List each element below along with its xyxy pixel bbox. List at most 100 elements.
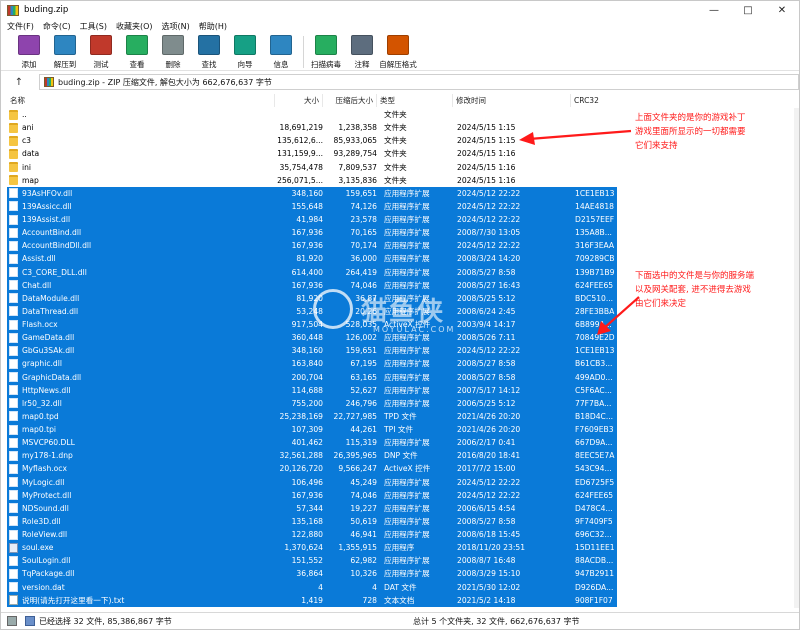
cell-crc32: 1CE1EB13 <box>575 346 615 356</box>
cell-modified: 2007/5/17 14:12 <box>457 385 521 395</box>
column-modified[interactable]: 修改时间 <box>453 94 571 107</box>
up-arrow-button[interactable]: ↑ <box>9 73 29 91</box>
file-row[interactable]: soul.exe 1,370,624 1,355,915 应用程序 2018/11/20… <box>7 541 617 555</box>
window-title: buding.zip <box>24 5 69 15</box>
column-name[interactable]: 名称 <box>7 94 275 107</box>
file-row[interactable]: RoleView.dll 122,880 46,941 应用程序扩展 2008/6/18… <box>7 528 617 542</box>
toolbar-button-virus-scan[interactable]: 扫描病毒 <box>308 33 344 71</box>
menu-commands[interactable]: 命令(C) <box>43 21 71 32</box>
cell-packed: 159,651 <box>345 346 377 356</box>
file-row[interactable]: 139Assist.dll 41,984 23,578 应用程序扩展 2024/5/12… <box>7 213 617 227</box>
toolbar-button-wizard[interactable]: 向导 <box>227 33 263 71</box>
vertical-scrollbar[interactable] <box>794 108 799 608</box>
file-row[interactable]: version.dat 4 4 DAT 文件 2021/5/30 12:02 D926DA… <box>7 580 617 594</box>
column-size[interactable]: 大小 <box>275 94 323 107</box>
cell-packed: 70,165 <box>350 228 377 238</box>
toolbar-button-view[interactable]: 查看 <box>119 33 155 71</box>
column-crc32[interactable]: CRC32 <box>571 94 793 107</box>
menu-tools[interactable]: 工具(S) <box>80 21 107 32</box>
file-name: C3_CORE_DLL.dll <box>22 267 87 277</box>
cell-size: 122,880 <box>291 530 323 540</box>
file-row[interactable]: GbGu3SAk.dll 348,160 159,651 应用程序扩展 2024/5/1… <box>7 344 617 358</box>
toolbar-button-info[interactable]: 信息 <box>263 33 299 71</box>
minimize-button[interactable]: — <box>697 1 731 19</box>
cell-size: 135,612,6... <box>277 136 323 146</box>
file-row[interactable]: MSVCP60.DLL 401,462 115,319 应用程序扩展 2006/2/17… <box>7 436 617 450</box>
file-row[interactable]: MyLogic.dll 106,496 45,249 应用程序扩展 2024/5/12 … <box>7 475 617 489</box>
cell-type: 应用程序扩展 <box>384 188 430 198</box>
menu-file[interactable]: 文件(F) <box>7 21 34 32</box>
cell-crc32: 543C94... <box>575 464 612 474</box>
address-field[interactable]: buding.zip - ZIP 压缩文件, 解包大小为 662,676,637… <box>39 74 799 90</box>
file-name: AccountBind.dll <box>22 228 82 238</box>
file-row[interactable]: map0.tpi 107,309 44,261 TPI 文件 2021/4/26 20:… <box>7 423 617 437</box>
toolbar-button-test[interactable]: 测试 <box>83 33 119 71</box>
toolbar-button-comment[interactable]: 注释 <box>344 33 380 71</box>
file-row[interactable]: AccountBind.dll 167,936 70,165 应用程序扩展 2008/7… <box>7 226 617 240</box>
file-row[interactable]: map0.tpd 25,238,169 22,727,985 TPD 文件 2021/4… <box>7 409 617 423</box>
file-row[interactable]: AccountBindDll.dll 167,936 70,174 应用程序扩展 202… <box>7 239 617 253</box>
file-row[interactable]: graphic.dll 163,840 67,195 应用程序扩展 2008/5/27 … <box>7 357 617 371</box>
cell-name: DataThread.dll <box>7 306 275 317</box>
file-row[interactable]: DataThread.dll 53,248 20,26 应用程序扩展 2008/6/24… <box>7 304 617 318</box>
file-row[interactable]: 139Assicc.dll 155,648 74,126 应用程序扩展 2024/5/1… <box>7 199 617 213</box>
file-row[interactable]: TqPackage.dll 36,864 10,326 应用程序扩展 2008/3/29… <box>7 567 617 581</box>
menu-favorites[interactable]: 收藏夹(O) <box>116 21 153 32</box>
toolbar-button-delete[interactable]: 删除 <box>155 33 191 71</box>
cell-type: 应用程序扩展 <box>384 556 430 566</box>
file-row[interactable]: MyProtect.dll 167,936 74,046 应用程序扩展 2024/5/1… <box>7 488 617 502</box>
cell-crc32: ED6725F5 <box>575 477 615 487</box>
toolbar-button-extract[interactable]: 解压到 <box>47 33 83 71</box>
file-row[interactable]: 93AsHFOv.dll 348,160 159,651 应用程序扩展 2024/5/1… <box>7 186 617 200</box>
file-row[interactable]: Flash.ocx 917,504 528,035 ActiveX 控件 2003/9/… <box>7 318 617 332</box>
arrow-to-selection-icon <box>597 296 640 335</box>
file-row[interactable]: Chat.dll 167,936 74,046 应用程序扩展 2008/5/27 16:… <box>7 278 617 292</box>
cell-packed: 62,982 <box>350 556 377 566</box>
cell-type: 文件夹 <box>384 110 407 120</box>
cell-name: version.dat <box>7 582 275 593</box>
cell-crc32: 1CE1EB13 <box>575 188 615 198</box>
folder-row[interactable]: data 131,159,9... 93,289,754 文件夹 2024/5/15 1… <box>7 147 617 160</box>
file-row[interactable]: Assist.dll 81,920 36,000 应用程序扩展 2008/3/24 14… <box>7 252 617 266</box>
close-button[interactable]: ✕ <box>765 1 799 19</box>
file-row[interactable]: C3_CORE_DLL.dll 614,400 264,419 应用程序扩展 2008/… <box>7 265 617 279</box>
cell-type: 应用程序扩展 <box>384 438 430 448</box>
cell-name: GbGu3SAk.dll <box>7 345 275 356</box>
cell-name: Flash.ocx <box>7 319 275 330</box>
file-icon <box>9 463 18 474</box>
cell-size: 18,691,219 <box>279 123 323 133</box>
cell-name: Role3D.dll <box>7 516 275 527</box>
file-row[interactable]: HttpNews.dll 114,688 52,627 应用程序扩展 2007/5/17… <box>7 383 617 397</box>
menu-help[interactable]: 帮助(H) <box>199 21 227 32</box>
file-row[interactable]: Role3D.dll 135,168 50,619 应用程序扩展 2008/5/27 8… <box>7 514 617 528</box>
toolbar-button-sfx[interactable]: 自解压格式 <box>379 33 417 71</box>
file-row[interactable]: NDSound.dll 57,344 19,227 应用程序扩展 2006/6/15 4… <box>7 501 617 515</box>
toolbar-button-find[interactable]: 查找 <box>191 33 227 71</box>
toolbar-button-label: 自解压格式 <box>379 60 417 69</box>
cell-packed: 159,651 <box>345 188 377 198</box>
file-row[interactable]: GraphicData.dll 200,704 63,165 应用程序扩展 2008/5… <box>7 370 617 384</box>
cell-packed: 19,227 <box>350 503 377 513</box>
column-type[interactable]: 类型 <box>377 94 453 107</box>
cell-size: 4 <box>318 582 323 592</box>
file-row[interactable]: 说明(请先打开这里看一下).txt 1,419 728 文本文档 2021/5/2 14… <box>7 593 617 607</box>
folder-row[interactable]: map 256,071,5... 3,135,836 文件夹 2024/5/15 1:1… <box>7 174 617 187</box>
cell-name: graphic.dll <box>7 358 275 369</box>
file-row[interactable]: DataModule.dll 81,920 36,87 应用程序扩展 2008/5/25… <box>7 291 617 305</box>
folder-row[interactable]: ini 35,754,478 7,809,537 文件夹 2024/5/15 1:16 <box>7 161 617 174</box>
drive-icon <box>7 616 17 626</box>
file-row[interactable]: GameData.dll 360,448 126,002 应用程序扩展 2008/5/2… <box>7 331 617 345</box>
watermark-subtext: MOYULAC.COM <box>373 325 456 334</box>
file-row[interactable]: SoulLogin.dll 151,552 62,982 应用程序扩展 2008/8/7… <box>7 554 617 568</box>
file-row[interactable]: lr50_32.dll 755,200 246,796 应用程序扩展 2006/5/25… <box>7 396 617 410</box>
cell-type: 应用程序 <box>384 543 415 553</box>
file-row[interactable]: Myflash.ocx 20,126,720 9,566,247 ActiveX 控件… <box>7 462 617 476</box>
folder-row[interactable]: .. 文件夹 <box>7 108 617 121</box>
menu-options[interactable]: 选项(N) <box>162 21 190 32</box>
cell-name: AccountBindDll.dll <box>7 240 275 251</box>
cell-modified: 2024/5/12 22:22 <box>457 201 521 211</box>
file-row[interactable]: my178-1.dnp 32,561,288 26,395,965 DNP 文件 201… <box>7 449 617 463</box>
column-packed[interactable]: 压缩后大小 <box>323 94 377 107</box>
maximize-button[interactable]: □ <box>731 1 765 19</box>
toolbar-button-add[interactable]: 添加 <box>11 33 47 71</box>
